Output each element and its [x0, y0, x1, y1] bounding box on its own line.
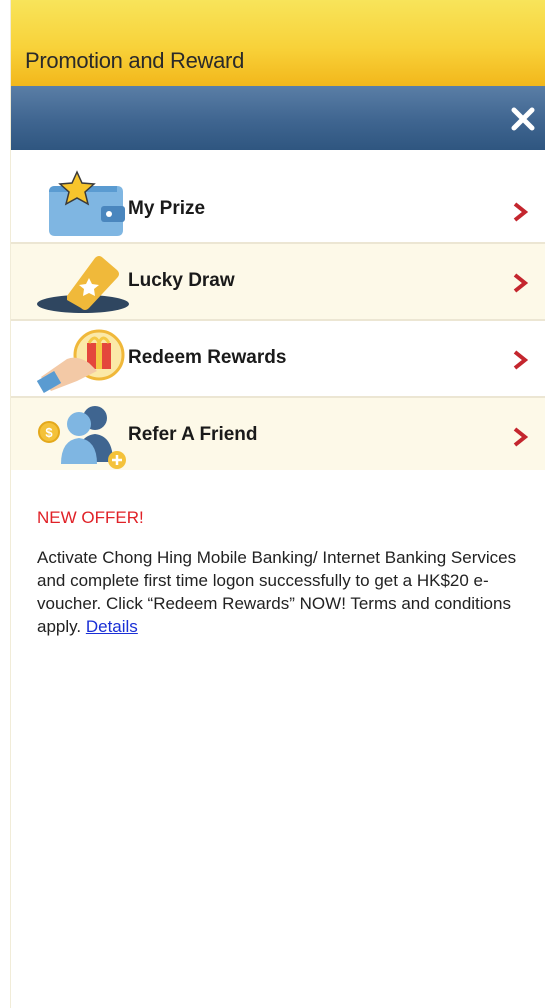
- svg-text:$: $: [45, 425, 53, 440]
- menu-item-label: My Prize: [128, 198, 206, 219]
- menu-item-my-prize[interactable]: My Prize: [11, 150, 545, 244]
- friends-icon: $: [38, 406, 126, 469]
- reward-menu: My Prize Lucky Draw Redeem Rewards $ Ref…: [11, 150, 545, 470]
- menu-item-lucky-draw[interactable]: Lucky Draw: [11, 244, 545, 321]
- chevron-right-icon: [513, 350, 528, 370]
- menu-item-label: Lucky Draw: [128, 270, 235, 291]
- chevron-right-icon: [513, 427, 528, 447]
- lucky-ticket-icon: [37, 256, 129, 313]
- close-icon: [511, 107, 535, 131]
- menu-item-refer-friend[interactable]: $ Refer A Friend: [11, 398, 545, 470]
- menu-item-label: Redeem Rewards: [128, 347, 287, 368]
- details-link[interactable]: Details: [86, 617, 138, 636]
- menu-item-redeem-rewards[interactable]: Redeem Rewards: [11, 321, 545, 398]
- title-bar: Promotion and Reward: [11, 0, 545, 86]
- prize-wallet-icon: [49, 170, 125, 236]
- chevron-right-icon: [513, 273, 528, 293]
- page-title: Promotion and Reward: [25, 48, 245, 73]
- menu-item-label: Refer A Friend: [128, 424, 258, 445]
- close-button[interactable]: [506, 102, 540, 136]
- offer-section: NEW OFFER! Activate Chong Hing Mobile Ba…: [37, 508, 517, 638]
- offer-body: Activate Chong Hing Mobile Banking/ Inte…: [37, 546, 517, 638]
- nav-bar: [11, 86, 545, 150]
- promotion-screen: Promotion and Reward My Prize Lucky Draw…: [10, 0, 545, 1008]
- gift-hand-icon: [37, 329, 125, 394]
- offer-heading: NEW OFFER!: [37, 508, 144, 527]
- chevron-right-icon: [513, 202, 528, 222]
